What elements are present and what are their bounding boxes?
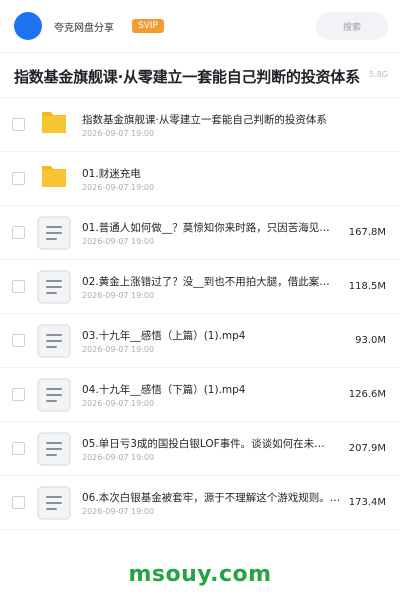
document-icon [37, 432, 71, 466]
share-title-bar: 5.8G 指数基金旗舰课·从零建立一套能自己判断的投资体系 [0, 53, 400, 97]
select-checkbox[interactable] [12, 172, 25, 185]
list-item[interactable]: 指数基金旗舰课·从零建立一套能自己判断的投资体系 2026-09-07 19:0… [0, 98, 400, 152]
select-checkbox[interactable] [12, 118, 25, 131]
file-date: 2026-09-07 19:00 [82, 237, 155, 246]
search-button[interactable]: 搜索 [316, 12, 388, 40]
list-item[interactable]: 01.普通人如何做__？莫惊知你来时路，只因苦海见… 2026-09-07 19… [0, 206, 400, 260]
file-size: 207.9M [348, 443, 386, 454]
file-name: 03.十九年__感悟（上篇）(1).mp4 [82, 330, 246, 342]
file-list: 指数基金旗舰课·从零建立一套能自己判断的投资体系 2026-09-07 19:0… [0, 98, 400, 530]
file-date: 2026-09-07 19:00 [82, 129, 155, 138]
file-date: 2026-09-07 19:00 [82, 453, 155, 462]
file-size: 167.8M [348, 227, 386, 238]
share-owner-name: 夸克网盘分享 [54, 22, 114, 34]
select-checkbox[interactable] [12, 388, 25, 401]
file-date: 2026-09-07 19:00 [82, 183, 155, 192]
folder-icon [42, 166, 66, 187]
file-size: 173.4M [348, 497, 386, 508]
select-checkbox[interactable] [12, 496, 25, 509]
select-checkbox[interactable] [12, 280, 25, 293]
watermark-text: msouy.com [128, 562, 272, 587]
select-checkbox[interactable] [12, 334, 25, 347]
select-checkbox[interactable] [12, 226, 25, 239]
list-item[interactable]: 01.财迷充电 2026-09-07 19:00 [0, 152, 400, 206]
list-item[interactable]: 02.黄金上涨错过了？没__到也不用拍大腿，借此案… 2026-09-07 19… [0, 260, 400, 314]
document-icon [37, 378, 71, 412]
file-date: 2026-09-07 19:00 [82, 399, 155, 408]
list-item[interactable]: 03.十九年__感悟（上篇）(1).mp4 2026-09-07 19:00 9… [0, 314, 400, 368]
folder-icon [42, 112, 66, 133]
select-checkbox[interactable] [12, 442, 25, 455]
file-name: 02.黄金上涨错过了？没__到也不用拍大腿，借此案… [82, 276, 330, 288]
share-header: 夸克网盘分享 SVIP 搜索 [0, 0, 400, 52]
total-size: 5.8G [367, 70, 388, 79]
file-date: 2026-09-07 19:00 [82, 291, 155, 300]
file-name: 06.本次白银基金被套牢，源于不理解这个游戏规则。… [82, 492, 341, 504]
file-name: 05.单日亏3成的国投白银LOF事件。谈谈如何在未… [82, 438, 325, 450]
list-item[interactable]: 04.十九年__感悟（下篇）(1).mp4 2026-09-07 19:00 1… [0, 368, 400, 422]
svip-badge: SVIP [132, 19, 164, 33]
document-icon [37, 486, 71, 520]
file-size: 118.5M [348, 281, 386, 292]
avatar[interactable] [14, 12, 42, 40]
file-name: 01.财迷充电 [82, 168, 141, 180]
file-name: 04.十九年__感悟（下篇）(1).mp4 [82, 384, 246, 396]
file-size: 93.0M [355, 335, 386, 346]
file-size: 126.6M [348, 389, 386, 400]
file-date: 2026-09-07 19:00 [82, 507, 155, 516]
file-name: 指数基金旗舰课·从零建立一套能自己判断的投资体系 [82, 114, 327, 126]
document-icon [37, 270, 71, 304]
file-name: 01.普通人如何做__？莫惊知你来时路，只因苦海见… [82, 222, 330, 234]
document-icon [37, 216, 71, 250]
page-title: 指数基金旗舰课·从零建立一套能自己判断的投资体系 [14, 68, 360, 86]
document-icon [37, 324, 71, 358]
file-date: 2026-09-07 19:00 [82, 345, 155, 354]
list-item[interactable]: 05.单日亏3成的国投白银LOF事件。谈谈如何在未… 2026-09-07 19… [0, 422, 400, 476]
list-item[interactable]: 06.本次白银基金被套牢，源于不理解这个游戏规则。… 2026-09-07 19… [0, 476, 400, 530]
